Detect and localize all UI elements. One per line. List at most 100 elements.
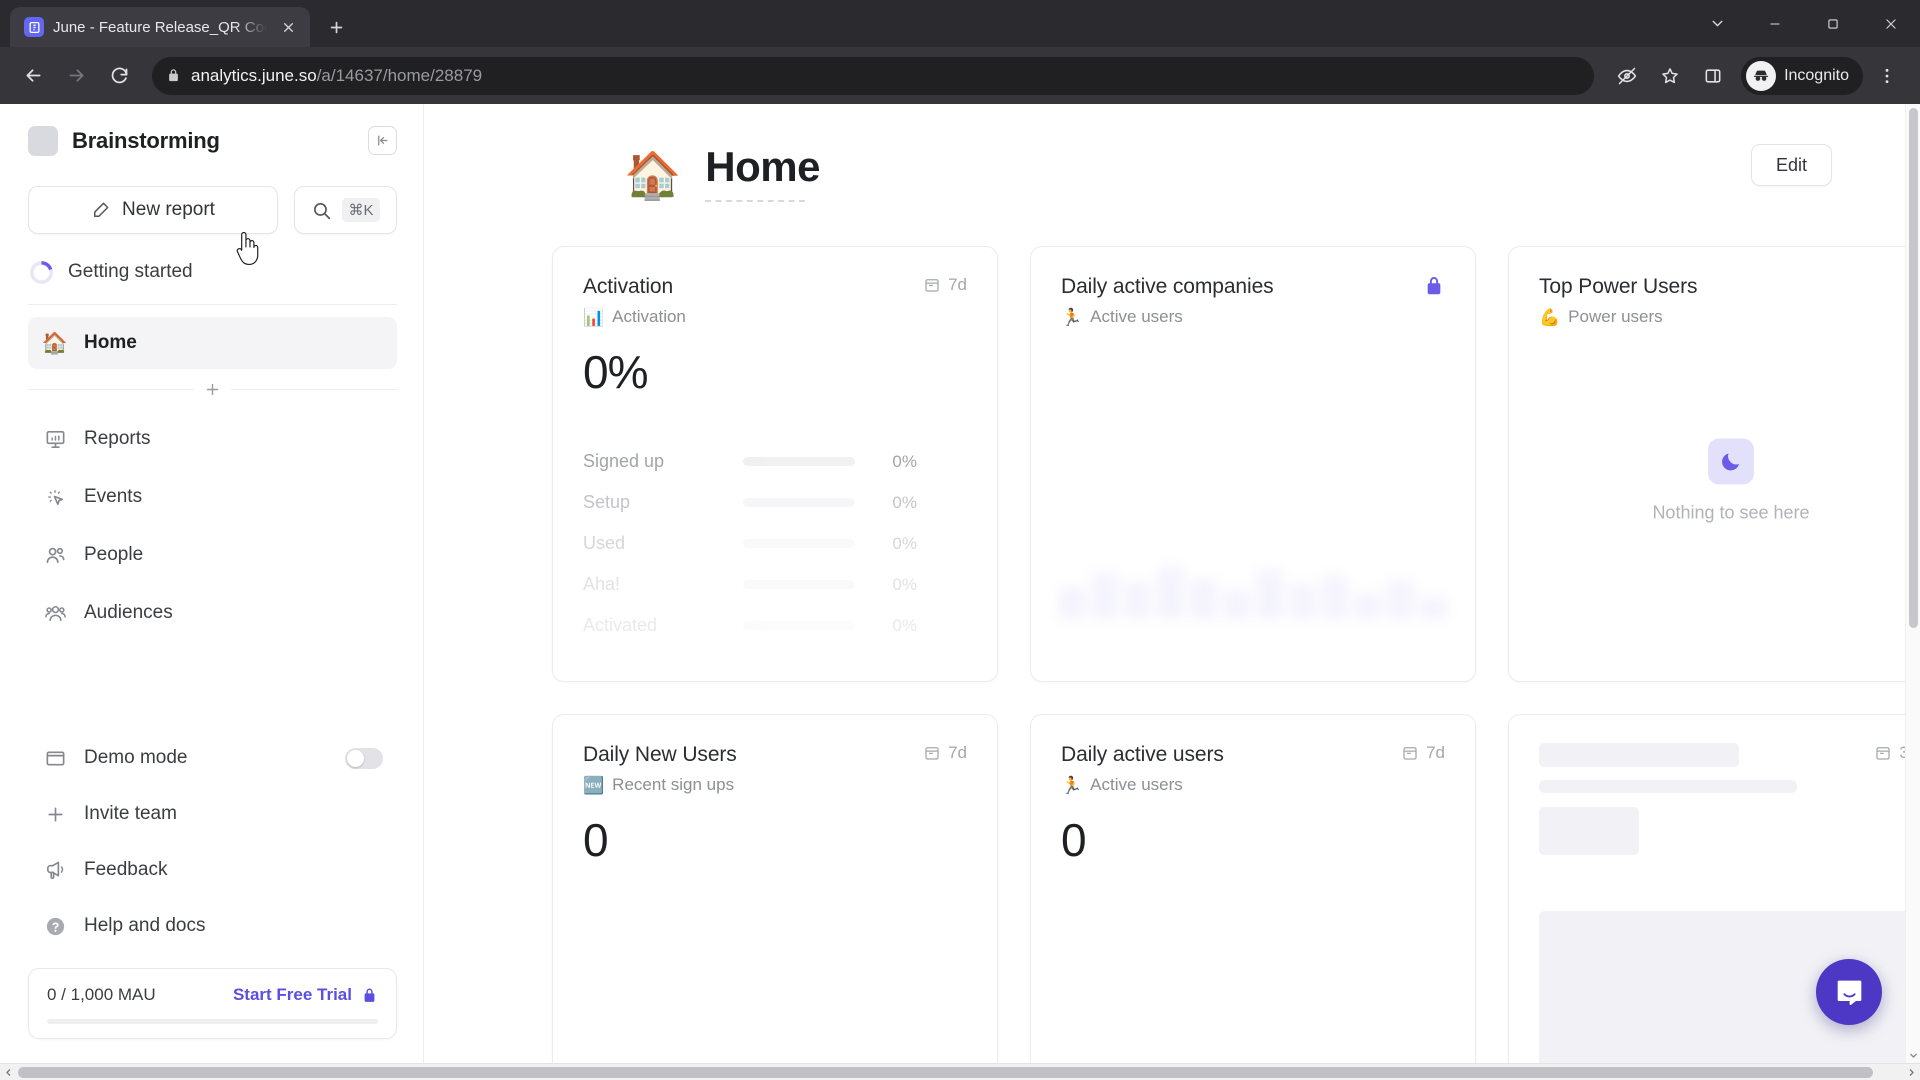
card-daily-new-users[interactable]: Daily New Users 🆕 Recent sign ups 7d 0 bbox=[552, 714, 998, 1063]
sidebar-item-reports[interactable]: Reports bbox=[28, 410, 397, 468]
calendar-icon bbox=[925, 747, 939, 760]
locked-badge[interactable] bbox=[1423, 275, 1445, 297]
start-free-trial-button[interactable]: Start Free Trial bbox=[233, 985, 378, 1005]
mau-progress-bar bbox=[47, 1019, 378, 1024]
empty-state-text: Nothing to see here bbox=[1652, 502, 1810, 523]
date-range-badge[interactable]: 7d bbox=[923, 275, 967, 295]
edit-button[interactable]: Edit bbox=[1750, 144, 1832, 186]
sidebar-item-label: Help and docs bbox=[84, 915, 206, 936]
card-daily-active-users[interactable]: Daily active users 🏃 Active users 7d 0 bbox=[1030, 714, 1476, 1063]
card-subtitle-label: Activation bbox=[612, 307, 686, 327]
sidebar-item-invite-team[interactable]: Invite team bbox=[28, 786, 397, 842]
card-subtitle-label: Active users bbox=[1090, 775, 1183, 795]
card-value: 0 bbox=[1061, 814, 1087, 867]
sidebar-item-label: People bbox=[84, 544, 144, 565]
presentation-chart-icon bbox=[42, 428, 68, 451]
sidebar-item-people[interactable]: People bbox=[28, 526, 397, 584]
maximize-icon[interactable] bbox=[1804, 0, 1862, 47]
sidebar-divider bbox=[28, 304, 397, 305]
browser-tab[interactable]: June - Feature Release_QR Code bbox=[10, 7, 310, 47]
card-daily-active-companies[interactable]: Daily active companies 🏃 Active users bbox=[1030, 246, 1476, 683]
horizontal-scrollbar[interactable] bbox=[0, 1063, 1920, 1080]
house-emoji: 🏠 bbox=[41, 331, 69, 355]
card-title: Daily active users bbox=[1061, 743, 1224, 767]
url-path: /a/14637/home/28879 bbox=[316, 65, 483, 85]
card-header: Activation 📊 Activation 7d bbox=[583, 275, 967, 327]
third-party-cookie-blocked-icon[interactable] bbox=[1608, 57, 1646, 95]
url-host: analytics.june.so bbox=[191, 65, 317, 85]
toggle-knob bbox=[347, 749, 364, 767]
runner-emoji-icon: 🏃 bbox=[1061, 307, 1083, 327]
calendar-icon bbox=[925, 279, 939, 292]
card-heading-group: Top Power Users 💪 Power users bbox=[1539, 275, 1697, 327]
scroll-down-arrow-icon[interactable] bbox=[1906, 1048, 1920, 1063]
sidebar-item-events[interactable]: Events bbox=[28, 468, 397, 526]
question-circle-icon bbox=[42, 915, 68, 938]
intercom-messenger-button[interactable] bbox=[1816, 959, 1882, 1025]
sidebar-item-help-and-docs[interactable]: Help and docs bbox=[28, 898, 397, 954]
forward-icon[interactable] bbox=[57, 57, 95, 95]
sidebar-item-label: Home bbox=[84, 332, 137, 353]
main-content: 🏠 Home Edit Activation 📊 Activation 7d 0… bbox=[424, 104, 1920, 1063]
address-bar[interactable]: analytics.june.so/a/14637/home/28879 bbox=[152, 56, 1595, 95]
card-header: Daily active users 🏃 Active users 7d bbox=[1061, 743, 1445, 795]
search-button[interactable]: ⌘K bbox=[294, 186, 397, 234]
back-icon[interactable] bbox=[14, 57, 52, 95]
funnel-step: Aha! 0% bbox=[583, 564, 967, 605]
sidebar-item-feedback[interactable]: Feedback bbox=[28, 842, 397, 898]
sidebar-item-home[interactable]: 🏠 Home bbox=[28, 317, 397, 369]
card-title: Top Power Users bbox=[1539, 275, 1698, 299]
funnel-step-bar bbox=[743, 621, 855, 631]
vertical-scrollbar-thumb[interactable] bbox=[1909, 108, 1918, 628]
close-icon[interactable] bbox=[276, 15, 300, 39]
cursor-click-icon bbox=[42, 486, 68, 509]
card-heading-group: Daily New Users 🆕 Recent sign ups bbox=[583, 743, 737, 795]
horizontal-scrollbar-thumb[interactable] bbox=[18, 1066, 1873, 1078]
workspace-logo-icon bbox=[28, 126, 58, 156]
sidebar-item-demo-mode[interactable]: Demo mode bbox=[28, 730, 397, 786]
card-top-power-users[interactable]: Top Power Users 💪 Power users Nothing to… bbox=[1508, 246, 1920, 683]
sidebar-nav-group: Reports Events People Audiences bbox=[0, 406, 423, 642]
chrome-menu-icon[interactable] bbox=[1868, 57, 1906, 95]
funnel-step-pct: 0% bbox=[892, 615, 917, 635]
funnel-step: Setup 0% bbox=[583, 482, 967, 523]
new-report-button[interactable]: New report bbox=[28, 186, 278, 234]
minimize-icon[interactable] bbox=[1746, 0, 1804, 47]
side-panel-icon[interactable] bbox=[1694, 57, 1732, 95]
scroll-right-arrow-icon[interactable] bbox=[1903, 1064, 1920, 1080]
card-activation[interactable]: Activation 📊 Activation 7d 0% Signed up … bbox=[552, 246, 998, 683]
date-range-badge[interactable]: 7d bbox=[923, 743, 967, 763]
scroll-left-arrow-icon[interactable] bbox=[0, 1064, 17, 1080]
profile-chip[interactable]: Incognito bbox=[1741, 56, 1863, 95]
card-title: Activation bbox=[583, 275, 674, 299]
funnel-step-bar bbox=[743, 539, 855, 549]
demo-mode-toggle[interactable] bbox=[345, 747, 383, 769]
card-header: Daily New Users 🆕 Recent sign ups 7d bbox=[583, 743, 967, 795]
date-range-badge[interactable]: 7d bbox=[1401, 743, 1445, 763]
card-value: 0% bbox=[583, 346, 648, 399]
new-tab-button[interactable] bbox=[319, 10, 353, 44]
collapse-sidebar-button[interactable] bbox=[368, 126, 397, 155]
sidebar-item-label: Demo mode bbox=[84, 747, 188, 768]
skeleton-value bbox=[1539, 807, 1639, 856]
window-controls bbox=[1688, 0, 1920, 47]
bookmark-star-icon[interactable] bbox=[1651, 57, 1689, 95]
tab-search-chevron-icon[interactable] bbox=[1688, 0, 1746, 47]
vertical-scrollbar[interactable] bbox=[1905, 104, 1920, 1063]
funnel-step-label: Signed up bbox=[583, 451, 665, 472]
funnel-step-label: Activated bbox=[583, 615, 658, 636]
sidebar-item-getting-started[interactable]: Getting started bbox=[0, 234, 423, 298]
close-window-icon[interactable] bbox=[1862, 0, 1920, 47]
url-text: analytics.june.so/a/14637/home/28879 bbox=[191, 66, 482, 86]
user-pair-icon bbox=[42, 544, 68, 567]
sidebar-item-audiences[interactable]: Audiences bbox=[28, 584, 397, 642]
reload-icon[interactable] bbox=[100, 57, 138, 95]
workspace-header[interactable]: Brainstorming bbox=[0, 104, 423, 156]
card-heading-group: Daily active companies 🏃 Active users bbox=[1061, 275, 1274, 327]
browser-window: June - Feature Release_QR Code analytics… bbox=[0, 0, 1920, 1080]
user-group-icon bbox=[42, 602, 68, 625]
funnel-step-bar bbox=[743, 457, 855, 467]
intercom-messenger-icon bbox=[1837, 980, 1861, 1005]
sidebar-item-label: Audiences bbox=[84, 602, 173, 623]
add-section-divider[interactable] bbox=[28, 381, 397, 398]
